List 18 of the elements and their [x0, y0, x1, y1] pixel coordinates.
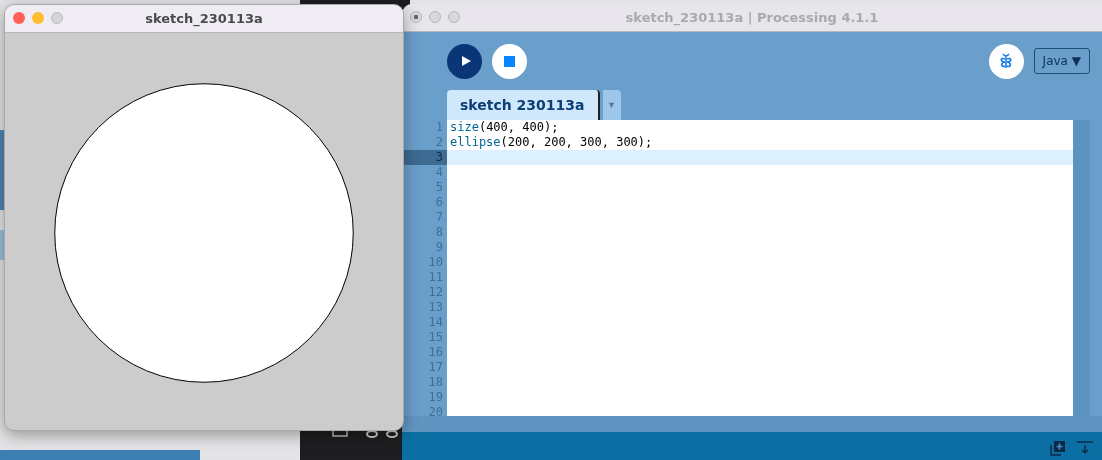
- code-line: ellipse(200, 200, 300, 300);: [450, 135, 653, 149]
- play-icon: [460, 55, 472, 67]
- code-editor[interactable]: size(400, 400); ellipse(200, 200, 300, 300);: [447, 120, 1073, 416]
- code-line: size(400, 400);: [450, 120, 559, 134]
- scroll-bar[interactable]: [1073, 120, 1090, 416]
- collapse-icon[interactable]: [1076, 441, 1094, 455]
- sketch-tab[interactable]: sketch 230113a: [447, 90, 600, 120]
- debug-button[interactable]: [988, 43, 1024, 79]
- window-control-icon[interactable]: [410, 11, 422, 23]
- window-title: sketch_230113a: [145, 11, 263, 26]
- mode-dropdown[interactable]: Java ▼: [1033, 48, 1090, 74]
- run-button[interactable]: [447, 43, 482, 79]
- line-number: 3: [435, 150, 443, 164]
- window-control-icon[interactable]: [13, 12, 25, 24]
- add-icon[interactable]: [1050, 440, 1066, 456]
- stop-button[interactable]: [492, 43, 527, 79]
- stop-icon: [504, 55, 515, 67]
- window-title: sketch_230113a | Processing 4.1.1: [625, 10, 879, 25]
